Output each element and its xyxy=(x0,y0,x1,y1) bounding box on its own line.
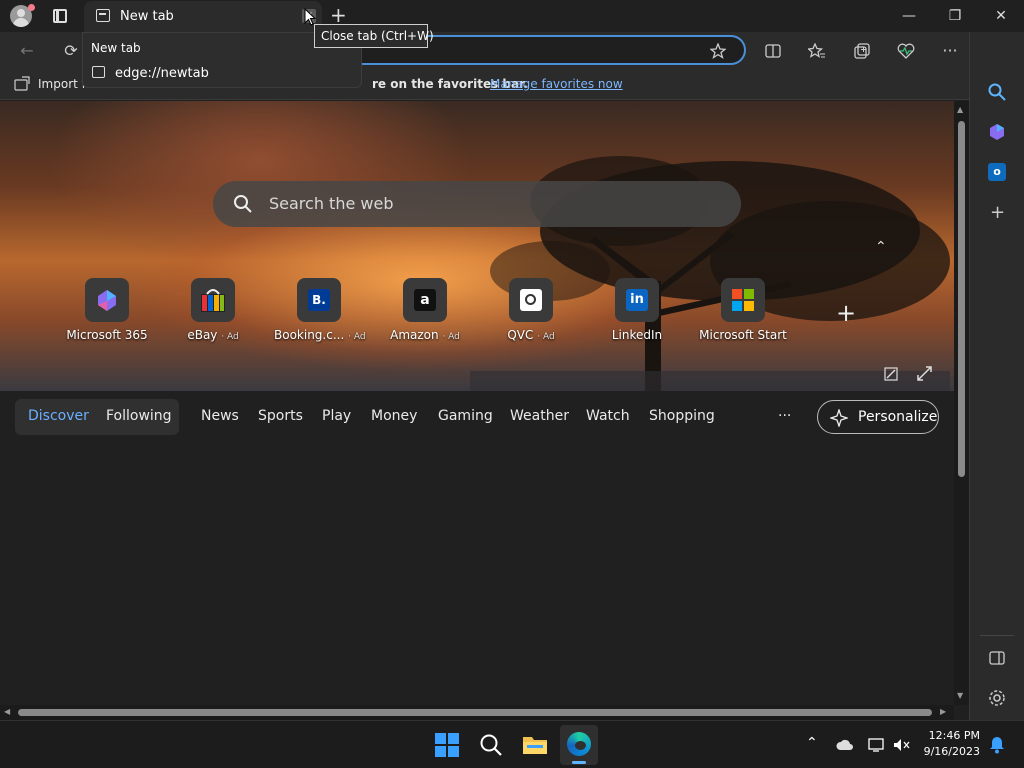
quick-link-ebay[interactable] xyxy=(191,278,235,322)
mouse-cursor-icon xyxy=(304,8,316,26)
split-screen-icon[interactable] xyxy=(760,38,786,64)
personalize-label: Personalize xyxy=(858,409,938,425)
title-bar: New tab × + — ❐ ✕ xyxy=(0,0,1024,32)
quick-link-amazon[interactable]: a xyxy=(403,278,447,322)
nav-more-button[interactable]: ··· xyxy=(778,408,791,424)
tab-actions-icon[interactable] xyxy=(53,9,67,23)
copilot-icon[interactable] xyxy=(988,123,1006,141)
import-icon xyxy=(14,76,30,91)
search-placeholder: Search the web xyxy=(269,194,394,213)
quick-link-label: Amazon · Ad xyxy=(390,328,460,342)
new-tab-button[interactable]: + xyxy=(330,4,347,26)
nav-weather[interactable]: Weather xyxy=(510,408,569,424)
add-sidebar-app-icon[interactable]: + xyxy=(990,202,1005,223)
nav-sports[interactable]: Sports xyxy=(258,408,303,424)
quick-link-qvc[interactable] xyxy=(509,278,553,322)
discover-following-toggle: Discover Following xyxy=(15,399,179,435)
manage-favorites-link[interactable]: Manage favorites now xyxy=(490,77,623,91)
close-window-button[interactable]: ✕ xyxy=(986,5,1016,27)
hero-background: ⌃ Search the web Microsoft 365 eBay · Ad… xyxy=(0,101,954,391)
vertical-scrollbar[interactable]: ▲ ▼ xyxy=(954,101,969,705)
edit-background-icon[interactable] xyxy=(884,367,898,381)
linkedin-icon: in xyxy=(626,289,648,311)
nav-money[interactable]: Money xyxy=(371,408,417,424)
hide-sidebar-icon[interactable] xyxy=(989,650,1005,666)
search-icon xyxy=(234,195,252,213)
ebay-bag-icon xyxy=(201,289,225,312)
tab-discover[interactable]: Discover xyxy=(28,408,89,424)
maximize-button[interactable]: ❐ xyxy=(940,5,970,27)
file-explorer-icon[interactable] xyxy=(522,733,548,755)
minimize-button[interactable]: — xyxy=(894,5,924,27)
expand-icon[interactable] xyxy=(917,366,932,381)
booking-icon: B. xyxy=(308,289,330,311)
quick-link-label: eBay · Ad xyxy=(187,328,239,342)
quick-link-booking[interactable]: B. xyxy=(297,278,341,322)
amazon-icon: a xyxy=(414,289,436,311)
feed-navigation: Discover Following News Sports Play Mone… xyxy=(0,392,954,442)
notification-bell-icon[interactable] xyxy=(989,736,1005,754)
show-hidden-icons-chevron-icon[interactable]: ⌃ xyxy=(806,735,818,751)
newtab-page-icon xyxy=(96,9,110,22)
search-icon[interactable] xyxy=(988,83,1006,101)
quick-link-microsoft-365[interactable] xyxy=(85,278,129,322)
browser-essentials-icon[interactable] xyxy=(893,38,919,64)
collapse-chevron-icon[interactable]: ⌃ xyxy=(875,239,887,255)
edge-logo-icon xyxy=(567,732,591,756)
qvc-icon xyxy=(520,289,542,311)
nav-news[interactable]: News xyxy=(201,408,239,424)
microsoft-365-icon xyxy=(98,290,116,311)
close-tab-tooltip: Close tab (Ctrl+W) xyxy=(314,24,434,48)
personalize-button[interactable]: Personalize xyxy=(817,400,939,434)
quick-link-label: Booking.c... · Ad xyxy=(274,328,366,342)
horizontal-scroll-thumb[interactable] xyxy=(18,709,932,716)
favorite-star-icon[interactable] xyxy=(710,43,726,59)
web-search-box[interactable]: Search the web xyxy=(213,181,741,227)
refresh-icon[interactable]: ⟳ xyxy=(58,38,84,64)
profile-badge-icon xyxy=(28,4,35,11)
edge-sidebar: o + xyxy=(969,32,1024,720)
add-shortcut-plus-icon[interactable]: + xyxy=(836,299,856,327)
collections-icon[interactable] xyxy=(849,38,875,64)
tab-following[interactable]: Following xyxy=(106,408,172,424)
nav-gaming[interactable]: Gaming xyxy=(438,408,493,424)
back-arrow-icon[interactable]: ← xyxy=(14,38,40,64)
settings-more-icon[interactable]: ··· xyxy=(937,38,963,64)
tab-title: New tab xyxy=(120,9,174,24)
nav-watch[interactable]: Watch xyxy=(586,408,630,424)
quick-link-label: Microsoft Start xyxy=(699,328,787,342)
horizontal-scrollbar[interactable]: ◀ ▶ xyxy=(0,705,954,720)
quick-link-label: Microsoft 365 xyxy=(66,328,148,342)
tree-silhouette-icon xyxy=(470,156,950,391)
outlook-icon[interactable]: o xyxy=(988,163,1006,181)
microsoft-logo-icon xyxy=(732,289,754,311)
tab-new-tab[interactable]: New tab × xyxy=(84,1,322,32)
import-favorites-text[interactable]: Import f xyxy=(38,77,86,91)
quick-link-linkedin[interactable]: in xyxy=(615,278,659,322)
network-monitor-icon[interactable] xyxy=(868,737,886,753)
edge-taskbar-button[interactable] xyxy=(560,725,598,765)
windows-start-icon[interactable] xyxy=(435,733,459,757)
speaker-muted-icon[interactable] xyxy=(893,737,911,753)
quick-link-label: LinkedIn xyxy=(611,328,663,342)
favorites-icon[interactable] xyxy=(804,38,830,64)
quick-link-microsoft-start[interactable] xyxy=(721,278,765,322)
taskbar: ⌃ 12:46 PM 9/16/2023 xyxy=(0,720,1024,768)
nav-play[interactable]: Play xyxy=(322,408,351,424)
clock-date[interactable]: 9/16/2023 xyxy=(916,745,980,758)
taskbar-search-icon[interactable] xyxy=(479,733,503,757)
sidebar-settings-gear-icon[interactable] xyxy=(988,689,1006,707)
newtab-page-icon xyxy=(92,66,105,78)
vertical-scroll-thumb[interactable] xyxy=(958,121,965,477)
sparkle-icon xyxy=(830,409,848,427)
hover-card-title: New tab xyxy=(91,41,141,55)
onedrive-cloud-icon[interactable] xyxy=(836,737,854,753)
hover-card-url: edge://newtab xyxy=(115,66,209,81)
quick-link-label: QVC · Ad xyxy=(507,328,555,342)
nav-shopping[interactable]: Shopping xyxy=(649,408,715,424)
clock-time[interactable]: 12:46 PM xyxy=(916,729,980,742)
